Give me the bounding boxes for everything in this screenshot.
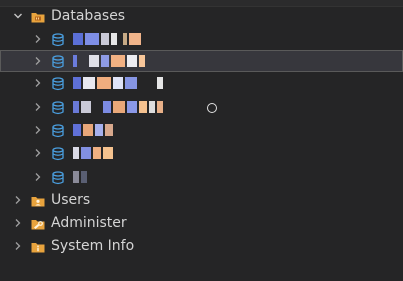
database-icon	[51, 76, 65, 91]
database-icon	[51, 123, 65, 138]
administer-folder-icon	[31, 216, 45, 230]
chevron-right-icon[interactable]	[33, 34, 43, 44]
chevron-right-icon[interactable]	[13, 218, 23, 228]
database-icon	[51, 170, 65, 185]
redacted-database-name	[73, 147, 113, 159]
chevron-right-icon[interactable]	[33, 148, 43, 158]
chevron-right-icon[interactable]	[13, 195, 23, 205]
chevron-down-icon[interactable]	[13, 11, 23, 21]
redacted-database-name	[73, 101, 163, 113]
database-item-selected[interactable]	[0, 50, 403, 72]
chevron-right-icon[interactable]	[33, 78, 43, 88]
database-item[interactable]	[0, 96, 403, 118]
database-item[interactable]	[0, 166, 403, 188]
database-icon	[51, 32, 65, 47]
database-icon	[51, 100, 65, 115]
database-item[interactable]	[0, 28, 403, 50]
tree-node-users[interactable]: Users	[0, 189, 403, 211]
users-folder-icon	[31, 193, 45, 207]
database-item[interactable]	[0, 119, 403, 141]
users-label: Users	[51, 192, 91, 208]
redacted-database-name	[73, 33, 141, 45]
database-explorer-tree: Databases Users Administer System Info	[0, 0, 403, 281]
tree-node-databases[interactable]: Databases	[0, 5, 403, 27]
databases-label: Databases	[51, 8, 126, 24]
redacted-database-name	[73, 77, 163, 89]
chevron-right-icon[interactable]	[33, 102, 43, 112]
database-icon	[51, 54, 65, 69]
chevron-right-icon[interactable]	[33, 125, 43, 135]
database-item[interactable]	[0, 142, 403, 164]
database-item[interactable]	[0, 72, 403, 94]
chevron-right-icon[interactable]	[33, 172, 43, 182]
administer-label: Administer	[51, 215, 127, 231]
redacted-database-name	[73, 55, 145, 67]
tree-node-administer[interactable]: Administer	[0, 212, 403, 234]
tree-node-system-info[interactable]: System Info	[0, 235, 403, 257]
chevron-right-icon[interactable]	[33, 56, 43, 66]
system-info-label: System Info	[51, 238, 135, 254]
redacted-database-name	[73, 171, 87, 183]
redacted-database-name	[73, 124, 113, 136]
database-folder-icon	[31, 9, 45, 23]
database-icon	[51, 146, 65, 161]
system-info-folder-icon	[31, 239, 45, 253]
chevron-right-icon[interactable]	[13, 241, 23, 251]
status-ring-icon	[207, 103, 217, 113]
